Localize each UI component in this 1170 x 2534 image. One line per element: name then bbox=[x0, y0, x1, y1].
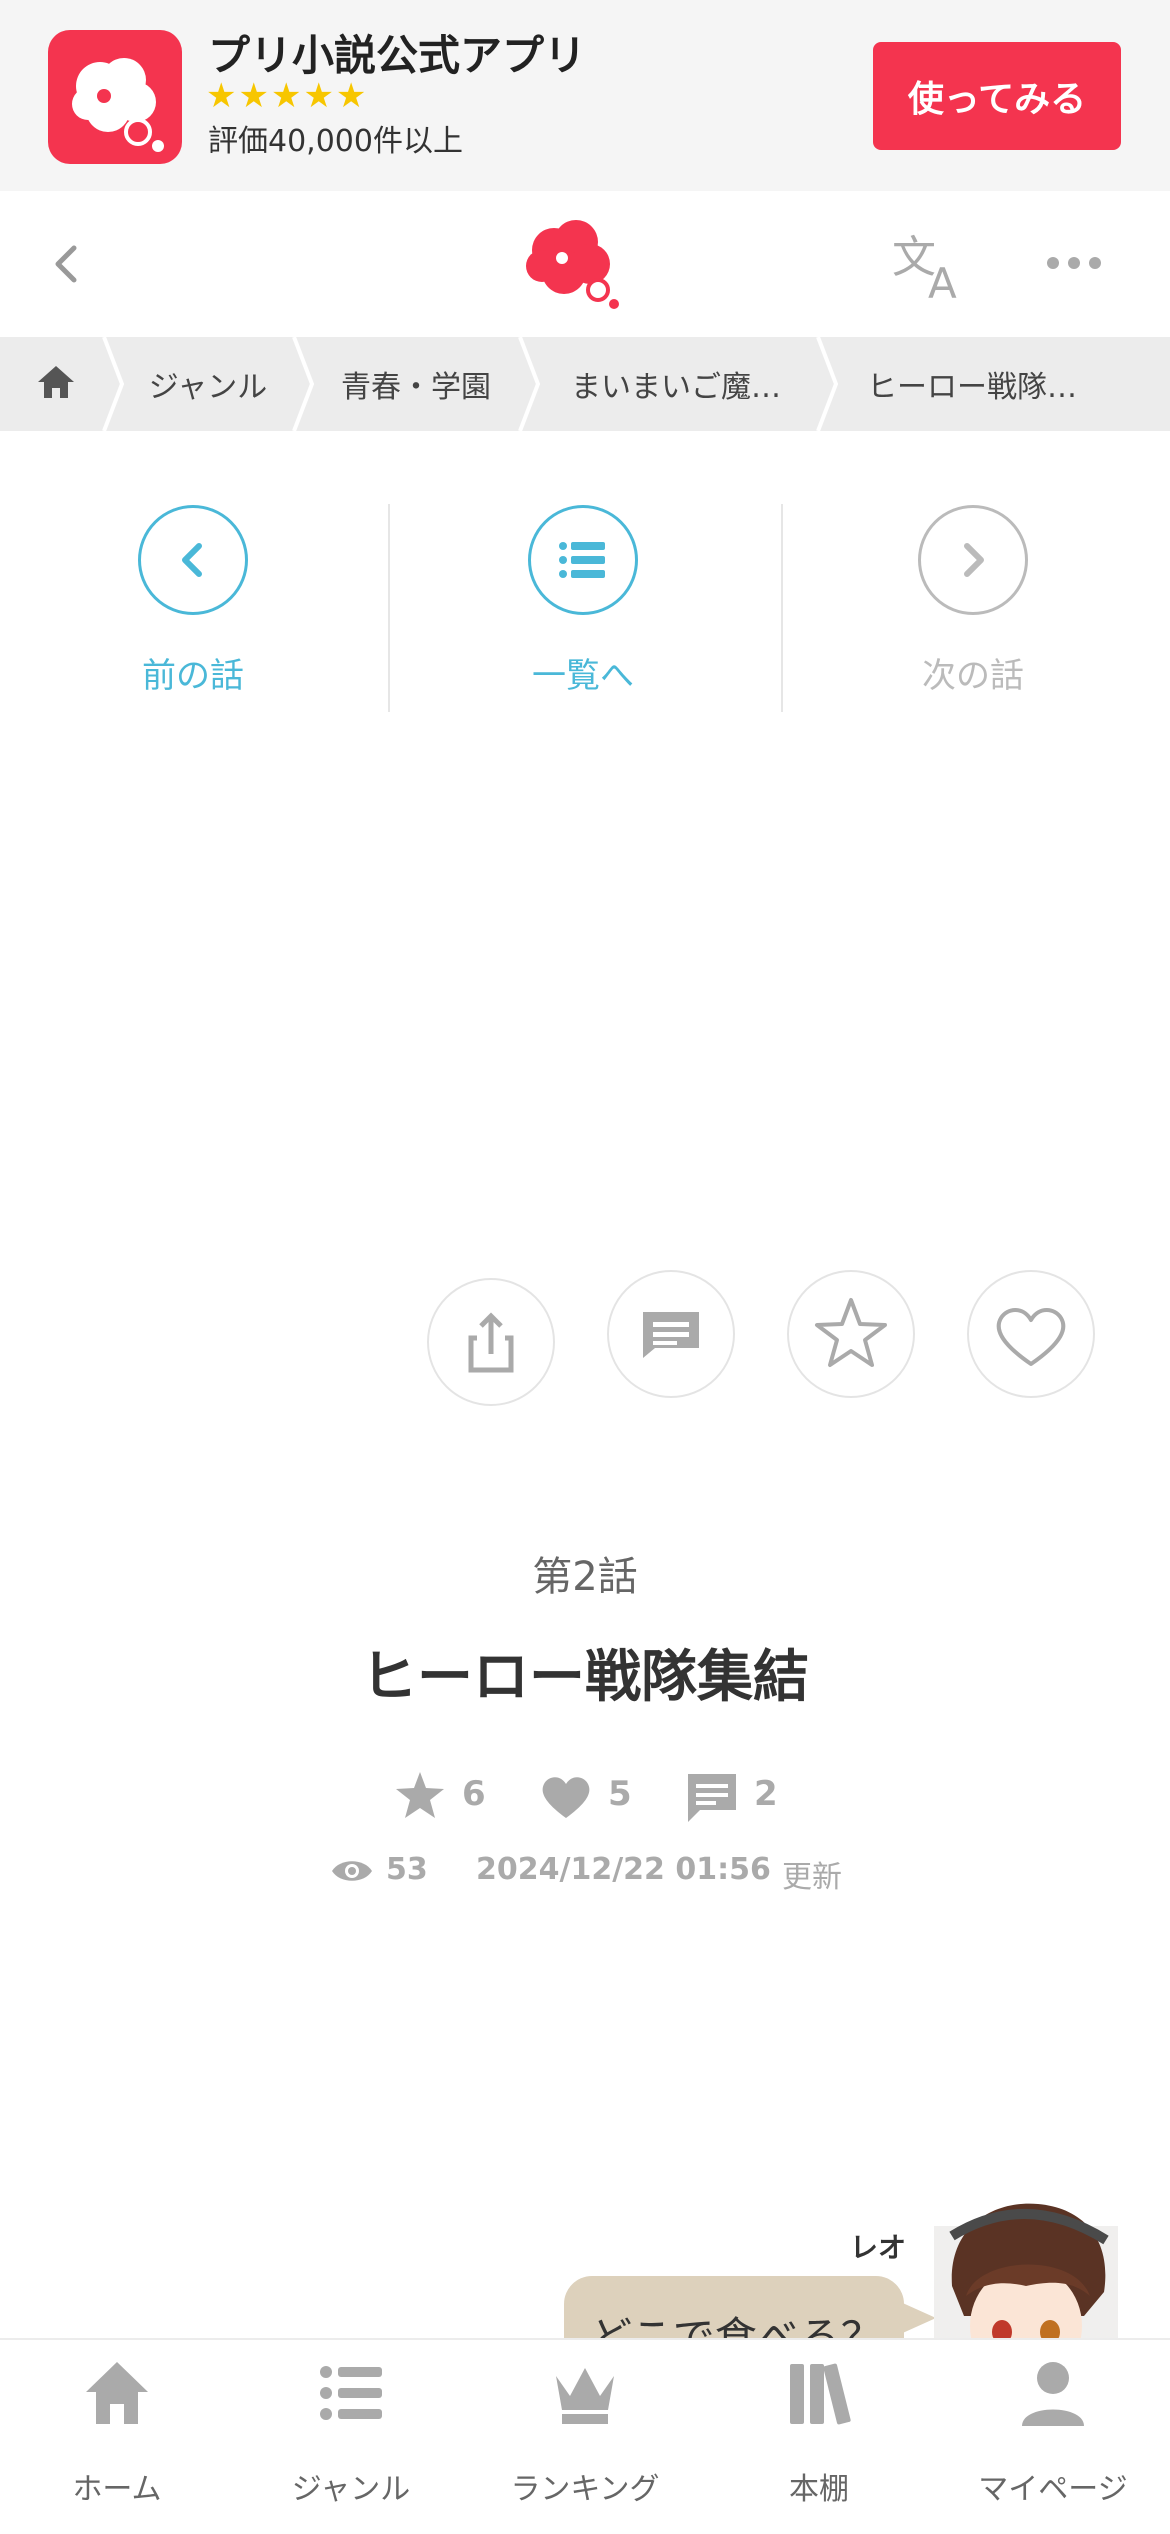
updated-suffix: 更新 bbox=[782, 1860, 842, 1895]
nav-divider bbox=[781, 504, 783, 712]
views-eye-icon bbox=[332, 1861, 372, 1881]
breadcrumb-item-episode[interactable]: ヒーロー戦隊… bbox=[842, 337, 1102, 431]
favorite-star-button[interactable] bbox=[787, 1270, 915, 1398]
comment-icon bbox=[643, 1312, 699, 1358]
try-app-button[interactable]: 使ってみる bbox=[873, 42, 1121, 150]
user-icon bbox=[1022, 2362, 1084, 2426]
rating-stars: ★★★★★ bbox=[206, 76, 369, 116]
rating-count: 評価40,000件以上 bbox=[208, 124, 463, 159]
tab-genre-label: ジャンル bbox=[291, 2472, 411, 2507]
updated-date: 2024/12/22 01:56 bbox=[476, 1852, 771, 1887]
svg-text:A: A bbox=[928, 259, 957, 300]
app-banner-title: プリ小説公式アプリ bbox=[208, 31, 587, 80]
tab-mypage-label: マイページ bbox=[978, 2472, 1128, 2507]
episode-title: ヒーロー戦隊集結 bbox=[361, 1645, 809, 1710]
star-count-icon bbox=[396, 1772, 444, 1818]
breadcrumb-separator bbox=[102, 337, 125, 431]
more-options-icon[interactable] bbox=[1046, 250, 1102, 276]
breadcrumb-item-genre[interactable]: ジャンル bbox=[128, 337, 288, 431]
home-icon[interactable] bbox=[34, 362, 78, 402]
episode-number: 第2話 bbox=[532, 1554, 638, 1600]
breadcrumb-separator bbox=[518, 337, 541, 431]
tab-home[interactable]: ホーム bbox=[0, 2338, 234, 2532]
tab-ranking-label: ランキング bbox=[510, 2472, 660, 2507]
home-tab-icon bbox=[86, 2362, 148, 2424]
list-tab-icon bbox=[320, 2366, 382, 2420]
next-episode-button[interactable] bbox=[918, 505, 1028, 615]
list-icon bbox=[559, 542, 605, 578]
share-icon bbox=[468, 1312, 514, 1373]
breadcrumb-item-category[interactable]: 青春・学園 bbox=[318, 337, 514, 431]
breadcrumb-item-novel[interactable]: まいまいご魔… bbox=[544, 337, 808, 431]
prev-episode-label[interactable]: 前の話 bbox=[73, 648, 313, 697]
comment-button[interactable] bbox=[607, 1270, 735, 1398]
tab-ranking[interactable]: ランキング bbox=[468, 2338, 702, 2532]
heart-count-icon bbox=[542, 1777, 590, 1818]
star-count: 6 bbox=[462, 1774, 486, 1814]
nav-divider bbox=[388, 504, 390, 712]
back-icon[interactable] bbox=[48, 240, 88, 288]
like-heart-button[interactable] bbox=[967, 1270, 1095, 1398]
view-count: 53 bbox=[386, 1852, 428, 1887]
tab-bookshelf-label: 本棚 bbox=[789, 2472, 849, 2507]
episode-list-label[interactable]: 一覧へ bbox=[463, 648, 703, 697]
breadcrumb-separator bbox=[292, 337, 315, 431]
prev-episode-button[interactable] bbox=[138, 505, 248, 615]
bookshelf-icon bbox=[790, 2363, 851, 2425]
chevron-left-icon bbox=[182, 543, 202, 577]
episode-list-button[interactable] bbox=[528, 505, 638, 615]
crown-icon bbox=[556, 2368, 614, 2424]
tab-home-label: ホーム bbox=[72, 2472, 162, 2507]
chat-bubble-tail bbox=[896, 2300, 936, 2336]
heart-outline-icon bbox=[996, 1308, 1066, 1366]
translate-icon[interactable]: 文 A bbox=[892, 228, 968, 308]
app-logo-icon[interactable] bbox=[48, 30, 182, 164]
tab-bookshelf[interactable]: 本棚 bbox=[702, 2338, 936, 2532]
chat-speaker-name: レオ bbox=[850, 2231, 907, 2264]
next-episode-label[interactable]: 次の話 bbox=[853, 648, 1093, 697]
tab-mypage[interactable]: マイページ bbox=[936, 2338, 1170, 2532]
like-count: 5 bbox=[608, 1774, 632, 1814]
comment-count: 2 bbox=[754, 1774, 778, 1814]
comment-count-icon bbox=[688, 1774, 736, 1822]
star-outline-icon bbox=[815, 1298, 887, 1367]
chevron-right-icon bbox=[964, 543, 984, 577]
tab-genre[interactable]: ジャンル bbox=[234, 2338, 468, 2532]
site-logo-icon[interactable] bbox=[520, 212, 624, 312]
share-button[interactable] bbox=[427, 1278, 555, 1406]
breadcrumb-separator bbox=[816, 337, 839, 431]
